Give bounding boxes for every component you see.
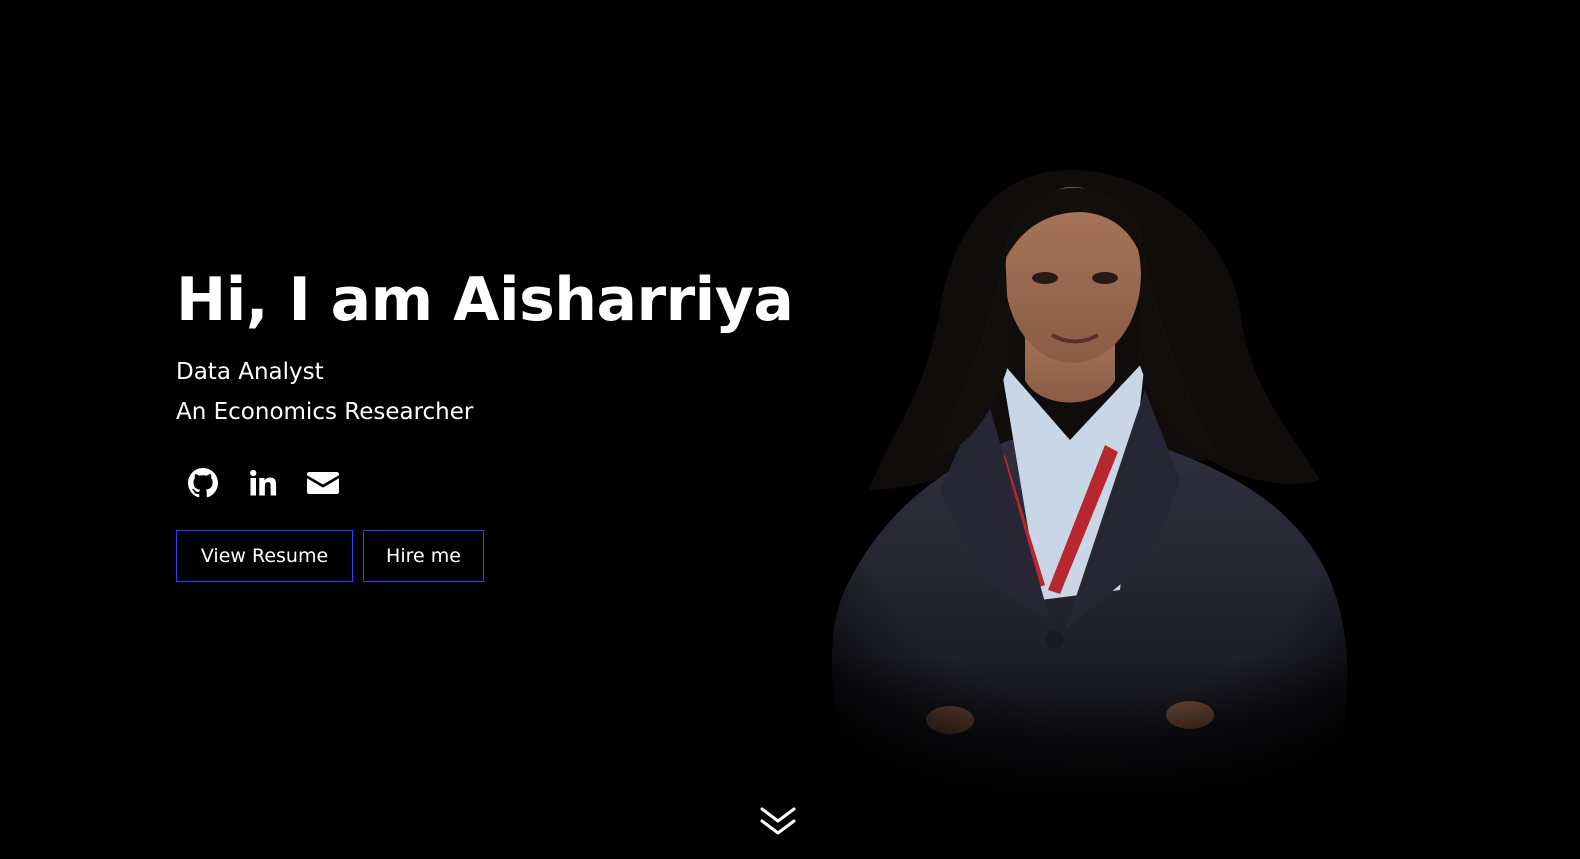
role-line-primary: Data Analyst xyxy=(176,359,324,385)
github-link[interactable] xyxy=(186,466,220,500)
hire-me-button[interactable]: Hire me xyxy=(363,530,484,582)
hero-section: Hi, I am Aisharriya Data Analyst An Econ… xyxy=(0,0,1580,859)
hero-actions: View Resume Hire me xyxy=(176,530,816,582)
view-resume-button[interactable]: View Resume xyxy=(176,530,353,582)
email-link[interactable] xyxy=(306,466,340,500)
linkedin-link[interactable] xyxy=(246,466,280,500)
double-chevron-down-icon xyxy=(760,807,796,835)
social-links xyxy=(186,466,816,500)
linkedin-icon xyxy=(250,469,277,496)
scroll-down-button[interactable] xyxy=(759,805,797,839)
hero-intro: Hi, I am Aisharriya Data Analyst An Econ… xyxy=(176,262,816,582)
role-line-secondary: An Economics Researcher xyxy=(176,399,474,425)
profile-photo xyxy=(820,160,1370,820)
hero-headline: Hi, I am Aisharriya xyxy=(176,265,794,335)
github-icon xyxy=(188,468,218,498)
envelope-icon xyxy=(307,472,339,494)
